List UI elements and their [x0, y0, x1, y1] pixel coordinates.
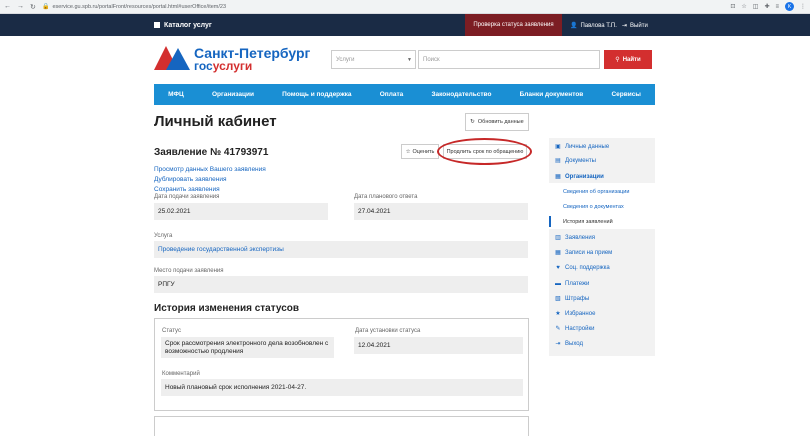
sidebar-sub-org-info[interactable]: Сведения об организации	[563, 189, 629, 195]
heart-icon: ♥	[556, 265, 560, 271]
puzzle-icon[interactable]: ✚	[764, 3, 769, 10]
duplicate-application-link[interactable]: Дублировать заявления	[154, 175, 266, 185]
history-entry: Статус Срок рассмотрения электронного де…	[154, 318, 529, 411]
fine-icon: ▧	[555, 296, 561, 302]
profile-avatar[interactable]: K	[785, 2, 794, 11]
view-application-link[interactable]: Просмотр данных Вашего заявления	[154, 165, 266, 175]
service-value[interactable]: Проведение государственной экспертизы	[154, 241, 528, 258]
menu-icon[interactable]: ⋮	[800, 3, 806, 10]
user-icon: ▣	[555, 144, 561, 150]
sidebar-item-organizations[interactable]: ▦ Организации	[555, 174, 604, 180]
sidebar-item-applications[interactable]: ▥ Заявления	[555, 235, 595, 241]
main-nav: МФЦ Организации Помощь и поддержка Оплат…	[154, 84, 655, 105]
top-bar: Каталог услуг Проверка статуса заявления…	[0, 14, 810, 36]
place-value: РПГУ	[154, 276, 528, 293]
search-icon: ⚲	[615, 57, 620, 63]
star-icon: ☆	[405, 148, 411, 155]
application-links: Просмотр данных Вашего заявления Дублиро…	[154, 165, 266, 195]
browser-bar: ← → ↻ 🔒 eservice.gu.spb.ru/portalFront/r…	[0, 0, 810, 14]
logout-icon: ⇥	[622, 23, 628, 29]
status-check-button[interactable]: Проверка статуса заявления	[465, 14, 562, 36]
search-button[interactable]: ⚲ Найти	[604, 50, 652, 69]
extension-icon[interactable]: ◫	[753, 3, 759, 10]
application-title: Заявление № 41793971	[154, 147, 269, 158]
search-input[interactable]: Поиск	[418, 50, 600, 69]
catalog-link[interactable]: Каталог услуг	[154, 22, 212, 29]
status-label: Статус	[162, 328, 181, 334]
browser-nav: ← → ↻	[4, 3, 42, 11]
nav-services[interactable]: Сервисы	[611, 91, 640, 98]
star-icon: ★	[555, 311, 561, 317]
status-date-label: Дата установки статуса	[355, 328, 421, 334]
history-entry-next	[154, 416, 529, 436]
page-title: Личный кабинет	[154, 113, 277, 130]
history-title: История изменения статусов	[154, 303, 300, 314]
sidebar-item-personal[interactable]: ▣ Личные данные	[555, 144, 609, 150]
user-name: Павлова Т.П.	[580, 22, 617, 29]
refresh-icon: ↻	[470, 119, 475, 125]
media-icon[interactable]: ≡	[775, 4, 779, 10]
sidebar-sub-docs-info[interactable]: Сведения о документах	[563, 204, 624, 210]
submit-date-value: 25.02.2021	[154, 203, 328, 220]
browser-tools: ⊡ ☆ ◫ ✚ ≡ K ⋮	[730, 2, 806, 11]
logout-label: Выйти	[630, 22, 648, 29]
sidebar-item-support[interactable]: ♥ Соц. поддержка	[555, 265, 609, 271]
planned-date-value: 27.04.2021	[354, 203, 528, 220]
forward-icon[interactable]: →	[17, 3, 24, 11]
card-icon: ▬	[555, 281, 561, 287]
user-link[interactable]: 👤 Павлова Т.П.	[570, 22, 617, 30]
nav-legislation[interactable]: Законодательство	[431, 91, 491, 98]
nav-help[interactable]: Помощь и поддержка	[282, 91, 351, 98]
search-category-select[interactable]: Услуги ▼	[331, 50, 416, 69]
catalog-label: Каталог услуг	[164, 21, 212, 29]
sidebar-item-logout[interactable]: ⇥ Выход	[555, 341, 582, 347]
calendar-icon: ▦	[555, 250, 561, 256]
nav-organizations[interactable]: Организации	[212, 91, 254, 98]
grid-icon	[154, 22, 160, 28]
building-icon: ▦	[555, 174, 561, 180]
star-icon[interactable]: ☆	[741, 3, 746, 10]
refresh-button[interactable]: ↻ Обновить данные	[465, 113, 529, 131]
sidebar-item-appointments[interactable]: ▦ Записи на прием	[555, 250, 612, 256]
comment-value: Новый плановый срок исполнения 2021-04-2…	[161, 379, 523, 396]
user-icon: 👤	[570, 23, 578, 29]
sidebar-item-documents[interactable]: ▤ Документы	[555, 158, 596, 164]
place-label: Место подачи заявления	[154, 268, 224, 274]
service-label: Услуга	[154, 233, 173, 239]
logout-icon: ⇥	[555, 341, 561, 347]
translate-icon[interactable]: ⊡	[730, 3, 735, 10]
comment-label: Комментарий	[162, 371, 200, 377]
highlight-circle	[437, 138, 532, 165]
nav-forms[interactable]: Бланки документов	[520, 91, 584, 98]
sidebar-item-fines[interactable]: ▧ Штрафы	[555, 296, 589, 302]
lock-icon: 🔒	[42, 4, 50, 10]
status-date-value: 12.04.2021	[354, 337, 523, 354]
sidebar-item-settings[interactable]: ✎ Настройки	[555, 326, 594, 332]
address-bar[interactable]: eservice.gu.spb.ru/portalFront/resources…	[52, 4, 730, 10]
sidebar-active-indicator	[549, 216, 551, 227]
list-icon: ▥	[555, 235, 561, 241]
submit-date-label: Дата подачи заявления	[154, 194, 220, 200]
logo-mark-icon	[154, 46, 190, 72]
planned-date-label: Дата планового ответа	[354, 194, 418, 200]
nav-mfc[interactable]: МФЦ	[168, 91, 184, 98]
document-icon: ▤	[555, 158, 561, 164]
logo-line1: Санкт-Петербург	[194, 45, 311, 61]
sidebar-sub-history[interactable]: История заявлений	[563, 219, 613, 225]
chevron-down-icon: ▼	[407, 57, 412, 63]
back-icon[interactable]: ←	[4, 3, 11, 11]
sidebar-item-payments[interactable]: ▬ Платежи	[555, 281, 589, 287]
logout-link[interactable]: ⇥ Выйти	[622, 22, 648, 30]
wrench-icon: ✎	[555, 326, 561, 332]
rate-button[interactable]: ☆ Оценить	[401, 144, 439, 159]
nav-payment[interactable]: Оплата	[380, 91, 404, 98]
sidebar: ▣ Личные данные ▤ Документы ▦ Организации С…	[549, 138, 655, 356]
sidebar-item-favorites[interactable]: ★ Избранное	[555, 311, 595, 317]
reload-icon[interactable]: ↻	[30, 3, 36, 11]
site-logo[interactable]: Санкт-Петербург госуслуги	[154, 46, 310, 72]
status-value: Срок рассмотрения электронного дела возо…	[161, 337, 334, 358]
logo-line2: госуслуги	[194, 59, 253, 73]
